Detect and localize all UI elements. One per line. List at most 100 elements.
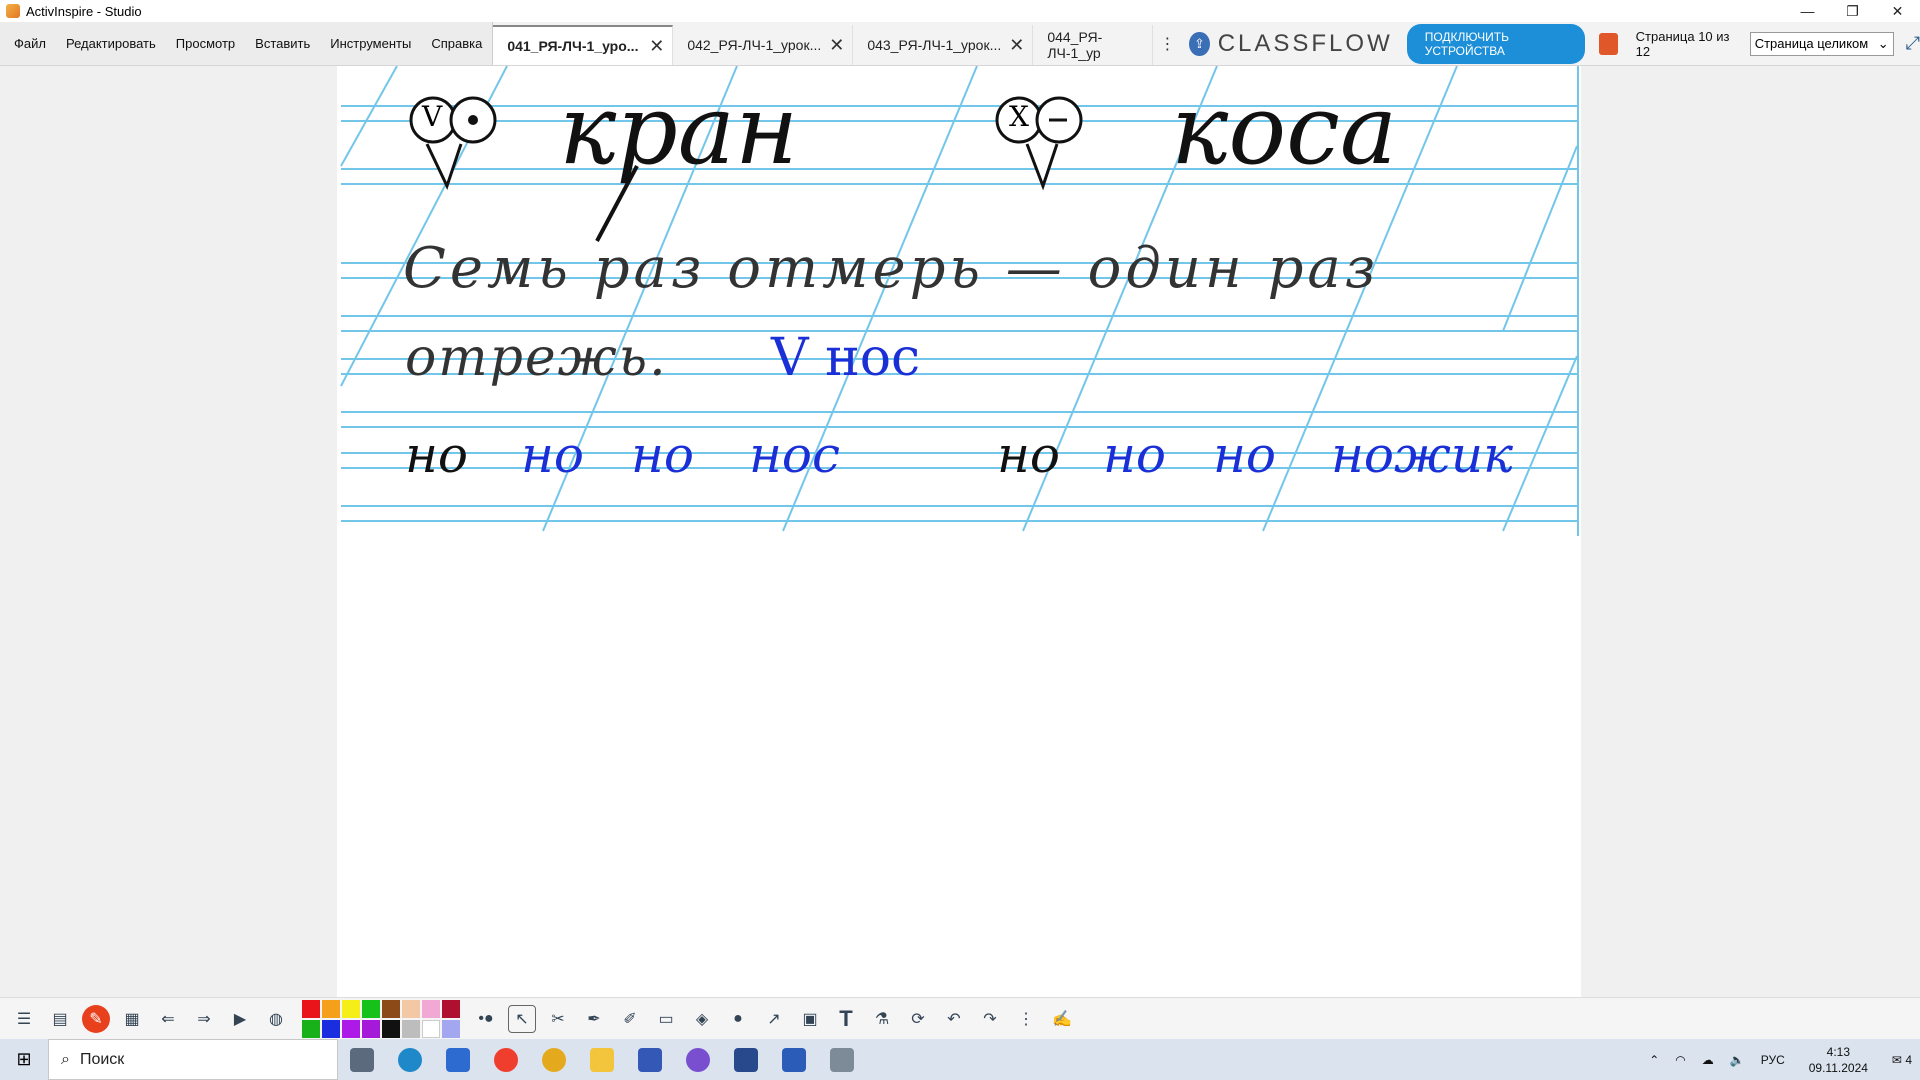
color-swatch[interactable] [382,1019,400,1038]
page-indicator: Страница 10 из 12 [1635,28,1730,59]
viber-icon[interactable] [674,1039,722,1080]
sound-right-symbol: X [1009,100,1029,133]
color-swatch[interactable] [322,999,340,1018]
main-menu: Файл Редактировать Просмотр Вставить Инс… [0,22,494,65]
zoom-select[interactable]: Страница целиком ⌄ [1749,31,1894,56]
syllable-1: но [405,426,469,484]
menu-view[interactable]: Просмотр [166,36,245,51]
menu-tools[interactable]: Инструменты [320,36,421,51]
chevron-up-icon[interactable]: ⌃ [1641,1053,1667,1067]
design-mode-icon[interactable]: ▦ [118,1005,146,1033]
color-swatch[interactable] [362,999,380,1018]
previous-page-icon[interactable]: ⇐ [154,1005,182,1033]
color-swatch[interactable] [302,999,320,1018]
color-swatch[interactable] [442,999,460,1018]
fill-icon[interactable]: ◈ [688,1005,716,1033]
notifications-icon[interactable]: ✉ 4 [1884,1053,1920,1067]
proverb-line-2: отрежь. [405,328,668,388]
tab-043[interactable]: 043_РЯ-ЛЧ-1_урок... ✕ [853,25,1034,65]
tab-041[interactable]: 041_РЯ-ЛЧ-1_уро... ✕ [493,25,674,65]
minimize-button[interactable]: — [1785,0,1830,22]
windows-start-icon[interactable]: ⊞ [0,1039,48,1080]
onedrive-icon[interactable]: ☁ [1694,1053,1722,1067]
syllable-6: но [1103,426,1167,484]
more-tabs-icon[interactable]: ⋮ [1153,34,1181,54]
color-swatch[interactable] [402,999,420,1018]
eraser-icon[interactable]: ▭ [652,1005,680,1033]
edge-icon[interactable] [386,1039,434,1080]
color-swatch[interactable] [382,999,400,1018]
color-swatch[interactable] [342,1019,360,1038]
browsers-icon[interactable]: ▤ [46,1005,74,1033]
store-icon[interactable] [434,1039,482,1080]
color-swatch[interactable] [402,1019,420,1038]
color-swatch[interactable] [422,1019,440,1038]
word-icon[interactable] [770,1039,818,1080]
restore-button[interactable]: ❐ [1830,0,1875,22]
task-view-icon[interactable] [338,1039,386,1080]
pen-icon[interactable]: ✒ [580,1005,608,1033]
resource-folder-icon[interactable]: ▣ [796,1005,824,1033]
clear-icon[interactable]: ⚗ [868,1005,896,1033]
menu-edit[interactable]: Редактировать [56,36,166,51]
close-tab-icon[interactable]: ✕ [829,35,844,56]
language-indicator[interactable]: РУС [1753,1053,1793,1067]
highlighter-icon[interactable]: ✐ [616,1005,644,1033]
tab-label: 044_РЯ-ЛЧ-1_ур [1047,29,1103,61]
activinspire-taskbar-icon[interactable] [722,1039,770,1080]
menu-help[interactable]: Справка [421,36,492,51]
menu-insert[interactable]: Вставить [245,36,320,51]
classflow-group: ⇪ CLASSFLOW ПОДКЛЮЧИТЬ УСТРОЙСТВА [1189,23,1618,64]
flipchart-page[interactable]: V X кран коса Семь раз отмерь — один раз… [337,66,1581,997]
tab-042[interactable]: 042_РЯ-ЛЧ-1_урок... ✕ [673,25,854,65]
toolbox-pin-icon[interactable]: ✍ [1048,1005,1076,1033]
classflow-logo-icon[interactable]: ⇪ [1189,31,1210,56]
color-swatch[interactable] [362,1019,380,1038]
text-tool-icon[interactable]: T [832,1005,860,1033]
color-swatch[interactable] [342,999,360,1018]
main-menu-icon[interactable]: ☰ [10,1005,38,1033]
color-swatch[interactable] [422,999,440,1018]
color-swatch[interactable] [302,1019,320,1038]
connect-devices-button[interactable]: ПОДКЛЮЧИТЬ УСТРОЙСТВА [1406,23,1585,64]
close-button[interactable]: ✕ [1875,0,1920,22]
syllable-7: но [1213,426,1277,484]
activinspire-dashboard-icon[interactable]: ✎ [82,1004,110,1033]
undo-icon[interactable]: ↶ [940,1005,968,1033]
system-tray: ⌃ ◠ ☁ 🔈 РУС 4:13 09.11.2024 ✉ 4 [1641,1039,1920,1080]
activinspire-studio-taskbar-icon[interactable] [818,1039,866,1080]
taskbar-search-input[interactable]: ⌕ Поиск [48,1039,338,1080]
yandex-browser-icon[interactable] [482,1039,530,1080]
next-page-icon[interactable]: ⇒ [190,1005,218,1033]
clock[interactable]: 4:13 09.11.2024 [1793,1044,1884,1076]
chevron-down-icon: ⌄ [1877,35,1889,51]
pen-width-icon[interactable]: •● [472,1005,500,1033]
search-placeholder: Поиск [79,1050,125,1068]
syllable-2: но [521,426,585,484]
play-icon[interactable]: ▶ [226,1005,254,1033]
redo-icon[interactable]: ↷ [976,1005,1004,1033]
tools-icon[interactable]: ✂ [544,1005,572,1033]
reset-page-icon[interactable]: ⟳ [904,1005,932,1033]
network-icon[interactable]: ◠ [1667,1053,1693,1067]
color-swatch[interactable] [322,1019,340,1038]
close-tab-icon[interactable]: ✕ [649,36,664,57]
color-palette[interactable] [302,999,460,1038]
mail-icon[interactable] [626,1039,674,1080]
tab-label: 042_РЯ-ЛЧ-1_урок... [687,37,822,53]
file-explorer-icon[interactable] [578,1039,626,1080]
globe-icon[interactable]: ◍ [262,1005,290,1033]
classflow-settings-icon[interactable] [1599,32,1618,55]
window-controls: — ❐ ✕ [1785,0,1920,22]
close-tab-icon[interactable]: ✕ [1009,35,1024,56]
volume-icon[interactable]: 🔈 [1722,1053,1753,1067]
shape-icon[interactable]: ● [724,1005,752,1033]
more-tools-icon[interactable]: ⋮ [1012,1005,1040,1033]
menu-file[interactable]: Файл [4,36,56,51]
tab-044[interactable]: 044_РЯ-ЛЧ-1_ур [1033,25,1154,65]
color-swatch[interactable] [442,1019,460,1038]
connector-icon[interactable]: ↗ [760,1005,788,1033]
chrome-icon[interactable] [530,1039,578,1080]
select-arrow-icon[interactable]: ↖ [508,1004,536,1033]
fullscreen-icon[interactable]: ⤢ [1906,33,1920,54]
